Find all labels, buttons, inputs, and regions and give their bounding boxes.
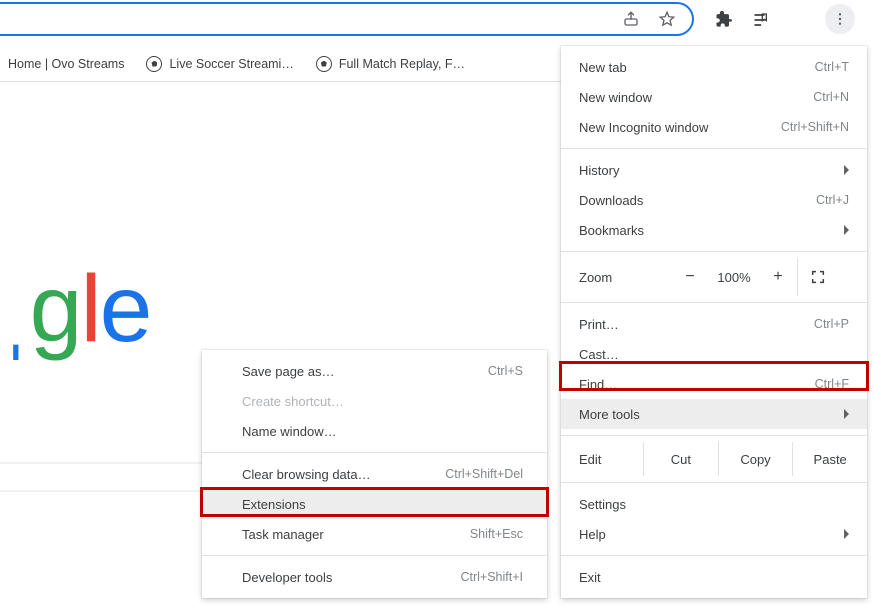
submenu-clear-data[interactable]: Clear browsing data… Ctrl+Shift+Del bbox=[202, 459, 547, 489]
bookmark-label: Home | Ovo Streams bbox=[8, 57, 124, 71]
submenu-create-shortcut[interactable]: Create shortcut… bbox=[202, 386, 547, 416]
bookmark-label: Full Match Replay, F… bbox=[339, 57, 465, 71]
menu-find[interactable]: Find… Ctrl+F bbox=[561, 369, 867, 399]
submenu-dev-tools[interactable]: Developer tools Ctrl+Shift+I bbox=[202, 562, 547, 592]
soccer-icon bbox=[146, 56, 162, 72]
chevron-right-icon bbox=[844, 409, 849, 419]
menu-more-tools[interactable]: More tools bbox=[561, 399, 867, 429]
menu-exit[interactable]: Exit bbox=[561, 562, 867, 592]
main-menu: New tab Ctrl+T New window Ctrl+N New Inc… bbox=[561, 46, 867, 598]
menu-history[interactable]: History bbox=[561, 155, 867, 185]
zoom-value: 100% bbox=[709, 270, 759, 285]
zoom-out-button[interactable]: − bbox=[671, 268, 709, 286]
star-icon[interactable] bbox=[658, 10, 676, 28]
bookmark-label: Live Soccer Streami… bbox=[169, 57, 293, 71]
menu-print[interactable]: Print… Ctrl+P bbox=[561, 309, 867, 339]
chevron-right-icon bbox=[844, 225, 849, 235]
menu-separator bbox=[561, 148, 867, 149]
page-background-logo: ˌgle bbox=[0, 255, 150, 364]
bookmark-item[interactable]: Home | Ovo Streams bbox=[8, 57, 124, 71]
page-divider bbox=[0, 490, 202, 492]
menu-zoom-row: Zoom − 100% + bbox=[561, 258, 867, 296]
bookmarks-bar: Home | Ovo Streams Live Soccer Streami… … bbox=[0, 46, 561, 82]
edit-cut-button[interactable]: Cut bbox=[643, 442, 718, 476]
submenu-save-page[interactable]: Save page as… Ctrl+S bbox=[202, 356, 547, 386]
more-tools-submenu: Save page as… Ctrl+S Create shortcut… Na… bbox=[202, 350, 547, 598]
zoom-in-button[interactable]: + bbox=[759, 268, 797, 286]
menu-separator bbox=[561, 302, 867, 303]
edit-copy-button[interactable]: Copy bbox=[718, 442, 793, 476]
main-menu-button[interactable] bbox=[825, 4, 855, 34]
reading-list-icon[interactable] bbox=[752, 10, 772, 30]
menu-separator bbox=[561, 555, 867, 556]
extensions-icon[interactable] bbox=[714, 10, 734, 30]
submenu-name-window[interactable]: Name window… bbox=[202, 416, 547, 446]
menu-settings[interactable]: Settings bbox=[561, 489, 867, 519]
soccer-icon bbox=[316, 56, 332, 72]
bookmark-item[interactable]: Full Match Replay, F… bbox=[316, 56, 465, 72]
menu-new-window[interactable]: New window Ctrl+N bbox=[561, 82, 867, 112]
menu-separator bbox=[561, 435, 867, 436]
submenu-task-manager[interactable]: Task manager Shift+Esc bbox=[202, 519, 547, 549]
chevron-right-icon bbox=[844, 165, 849, 175]
share-icon[interactable] bbox=[622, 10, 640, 28]
menu-separator bbox=[202, 452, 547, 453]
menu-new-tab[interactable]: New tab Ctrl+T bbox=[561, 52, 867, 82]
chevron-right-icon bbox=[844, 529, 849, 539]
omnibox[interactable] bbox=[0, 2, 694, 36]
menu-edit-row: Edit Cut Copy Paste bbox=[561, 442, 867, 476]
page-divider bbox=[0, 462, 202, 464]
edit-paste-button[interactable]: Paste bbox=[792, 442, 867, 476]
menu-separator bbox=[202, 555, 547, 556]
menu-separator bbox=[561, 482, 867, 483]
menu-separator bbox=[561, 251, 867, 252]
bookmark-item[interactable]: Live Soccer Streami… bbox=[146, 56, 293, 72]
menu-incognito[interactable]: New Incognito window Ctrl+Shift+N bbox=[561, 112, 867, 142]
fullscreen-button[interactable] bbox=[797, 258, 837, 296]
menu-downloads[interactable]: Downloads Ctrl+J bbox=[561, 185, 867, 215]
menu-bookmarks[interactable]: Bookmarks bbox=[561, 215, 867, 245]
submenu-extensions[interactable]: Extensions bbox=[202, 489, 547, 519]
menu-cast[interactable]: Cast… bbox=[561, 339, 867, 369]
menu-help[interactable]: Help bbox=[561, 519, 867, 549]
